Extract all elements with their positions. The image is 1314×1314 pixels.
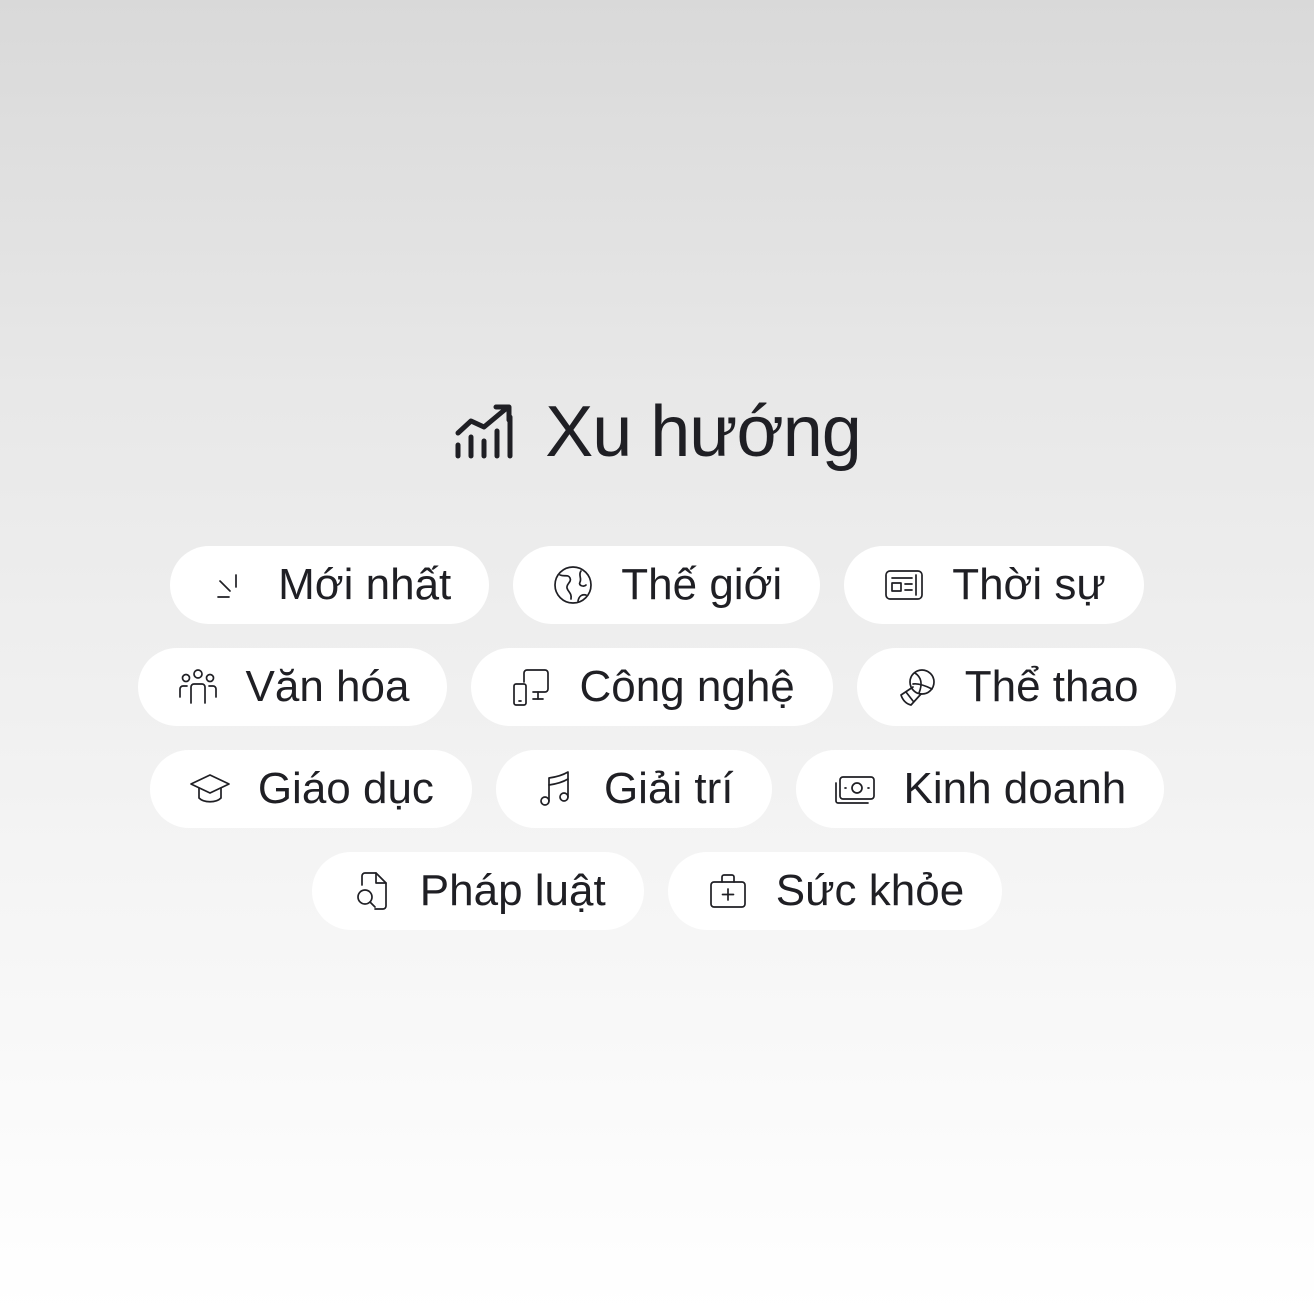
- category-pill-van-hoa[interactable]: Văn hóa: [137, 648, 448, 726]
- category-pill-cong-nghe[interactable]: Công nghệ: [471, 648, 833, 726]
- category-label: Thế giới: [621, 560, 783, 609]
- category-label: Công nghệ: [579, 662, 795, 711]
- music-note-icon: [534, 767, 578, 811]
- graduation-cap-icon: [188, 767, 232, 811]
- sports-ball-icon: [895, 665, 939, 709]
- category-pill-moi-nhat[interactable]: Mới nhất: [170, 546, 490, 624]
- trending-header: Xu hướng: [0, 390, 1314, 474]
- newspaper-icon: [882, 563, 926, 607]
- medical-kit-icon: [706, 869, 750, 913]
- page-title: Xu hướng: [545, 392, 862, 472]
- document-search-icon: [350, 869, 394, 913]
- category-label: Văn hóa: [245, 662, 410, 711]
- category-pill-giao-duc[interactable]: Giáo dục: [149, 750, 472, 828]
- category-label: Giáo dục: [257, 764, 434, 813]
- category-label: Kinh doanh: [903, 764, 1127, 813]
- people-group-icon: [176, 665, 220, 709]
- devices-icon: [509, 665, 553, 709]
- category-pill-phap-luat[interactable]: Pháp luật: [311, 852, 644, 930]
- category-pill-the-thao[interactable]: Thể thao: [856, 648, 1177, 726]
- category-pill-suc-khoe[interactable]: Sức khỏe: [667, 852, 1003, 930]
- category-label: Thời sự: [952, 560, 1106, 609]
- category-row: Pháp luật Sức khỏe: [0, 852, 1314, 930]
- category-label: Sức khỏe: [775, 866, 965, 915]
- category-pill-kinh-doanh[interactable]: Kinh doanh: [795, 750, 1165, 828]
- category-row: Mới nhất Thế giới Thời sự: [0, 546, 1314, 624]
- category-row: Giáo dục Giải trí Kinh doanh: [0, 750, 1314, 828]
- category-label: Pháp luật: [419, 866, 606, 915]
- new-sparkle-icon: [208, 563, 252, 607]
- category-pill-thoi-su[interactable]: Thời sự: [844, 546, 1144, 624]
- category-row: Văn hóa Công nghệ Thể thao: [0, 648, 1314, 726]
- category-label: Thể thao: [964, 662, 1139, 711]
- money-icon: [834, 767, 878, 811]
- category-pill-the-gioi[interactable]: Thế giới: [513, 546, 821, 624]
- globe-icon: [551, 563, 595, 607]
- category-label: Mới nhất: [278, 560, 452, 609]
- category-pill-giai-tri[interactable]: Giải trí: [495, 750, 772, 828]
- trending-chart-icon: [453, 401, 515, 463]
- category-label: Giải trí: [603, 764, 734, 813]
